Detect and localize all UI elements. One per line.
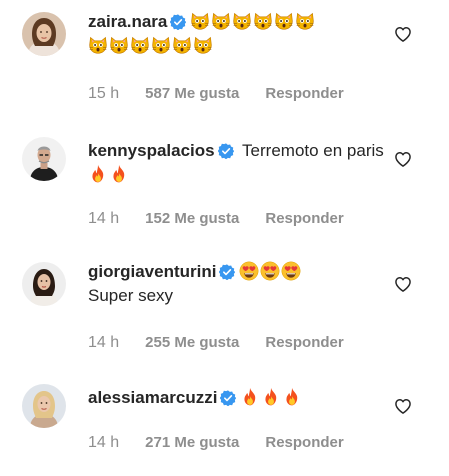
fire-icon	[88, 164, 108, 184]
avatar[interactable]	[22, 12, 66, 56]
cat-face-icon	[193, 35, 213, 55]
heart-eyes-face-icon	[239, 261, 259, 281]
reply-button[interactable]: Responder	[265, 85, 343, 102]
comment-username[interactable]: kennyspalacios	[88, 141, 215, 160]
likes-count[interactable]: 152 Me gusta	[145, 210, 239, 227]
comment-item: zaira.nara 15 h 587 Me gusta Responder	[0, 0, 449, 115]
comment-time[interactable]: 14 h	[88, 434, 119, 451]
comment-meta: 14 h 255 Me gusta Responder	[88, 334, 344, 352]
comment-time[interactable]: 15 h	[88, 85, 119, 102]
cat-face-icon	[211, 11, 231, 31]
comment-username[interactable]: zaira.nara	[88, 12, 167, 31]
like-heart-icon[interactable]	[393, 149, 413, 169]
comment-text: Super sexy	[88, 286, 174, 305]
comment-emojis	[88, 165, 130, 184]
cat-face-icon	[151, 35, 171, 55]
comment-username[interactable]: giorgiaventurini	[88, 262, 216, 281]
fire-icon	[282, 387, 302, 407]
comment-body: kennyspalacios Terremoto en paris	[88, 139, 388, 187]
comment-meta: 14 h 271 Me gusta Responder	[88, 434, 344, 452]
fire-icon	[109, 164, 129, 184]
likes-count[interactable]: 255 Me gusta	[145, 334, 239, 351]
cat-face-icon	[130, 35, 150, 55]
fire-icon	[261, 387, 281, 407]
likes-count[interactable]: 587 Me gusta	[145, 85, 239, 102]
cat-face-icon	[88, 35, 108, 55]
comment-body: alessiamarcuzzi	[88, 386, 388, 410]
cat-face-icon	[232, 11, 252, 31]
likes-count[interactable]: 271 Me gusta	[145, 434, 239, 451]
cat-face-icon	[295, 11, 315, 31]
comment-item: alessiamarcuzzi 14 h 271 Me gusta Responde…	[0, 372, 449, 476]
avatar[interactable]	[22, 384, 66, 428]
comment-item: kennyspalacios Terremoto en paris 14 h 15…	[0, 125, 449, 240]
comment-body: zaira.nara	[88, 10, 388, 58]
comment-username[interactable]: alessiamarcuzzi	[88, 388, 217, 407]
reply-button[interactable]: Responder	[265, 434, 343, 451]
reply-button[interactable]: Responder	[265, 334, 343, 351]
comment-time[interactable]: 14 h	[88, 334, 119, 351]
comment-body: giorgiaventurini Super sexy	[88, 260, 388, 308]
verified-badge-icon	[220, 390, 236, 406]
avatar[interactable]	[22, 262, 66, 306]
comment-meta: 15 h 587 Me gusta Responder	[88, 85, 344, 103]
comment-emojis	[239, 262, 302, 281]
verified-badge-icon	[219, 264, 235, 280]
like-heart-icon[interactable]	[393, 396, 413, 416]
cat-face-icon	[109, 35, 129, 55]
comment-time[interactable]: 14 h	[88, 210, 119, 227]
verified-badge-icon	[218, 143, 234, 159]
like-heart-icon[interactable]	[393, 274, 413, 294]
comment-meta: 14 h 152 Me gusta Responder	[88, 210, 344, 228]
fire-icon	[240, 387, 260, 407]
heart-eyes-face-icon	[281, 261, 301, 281]
cat-face-icon	[172, 35, 192, 55]
cat-face-icon	[190, 11, 210, 31]
verified-badge-icon	[170, 14, 186, 30]
avatar[interactable]	[22, 137, 66, 181]
cat-face-icon	[253, 11, 273, 31]
comment-text: Terremoto en paris	[242, 141, 384, 160]
heart-eyes-face-icon	[260, 261, 280, 281]
like-heart-icon[interactable]	[393, 24, 413, 44]
comment-emojis	[240, 388, 303, 407]
reply-button[interactable]: Responder	[265, 210, 343, 227]
comment-item: giorgiaventurini Super sexy 14 h 255 Me g…	[0, 250, 449, 365]
cat-face-icon	[274, 11, 294, 31]
